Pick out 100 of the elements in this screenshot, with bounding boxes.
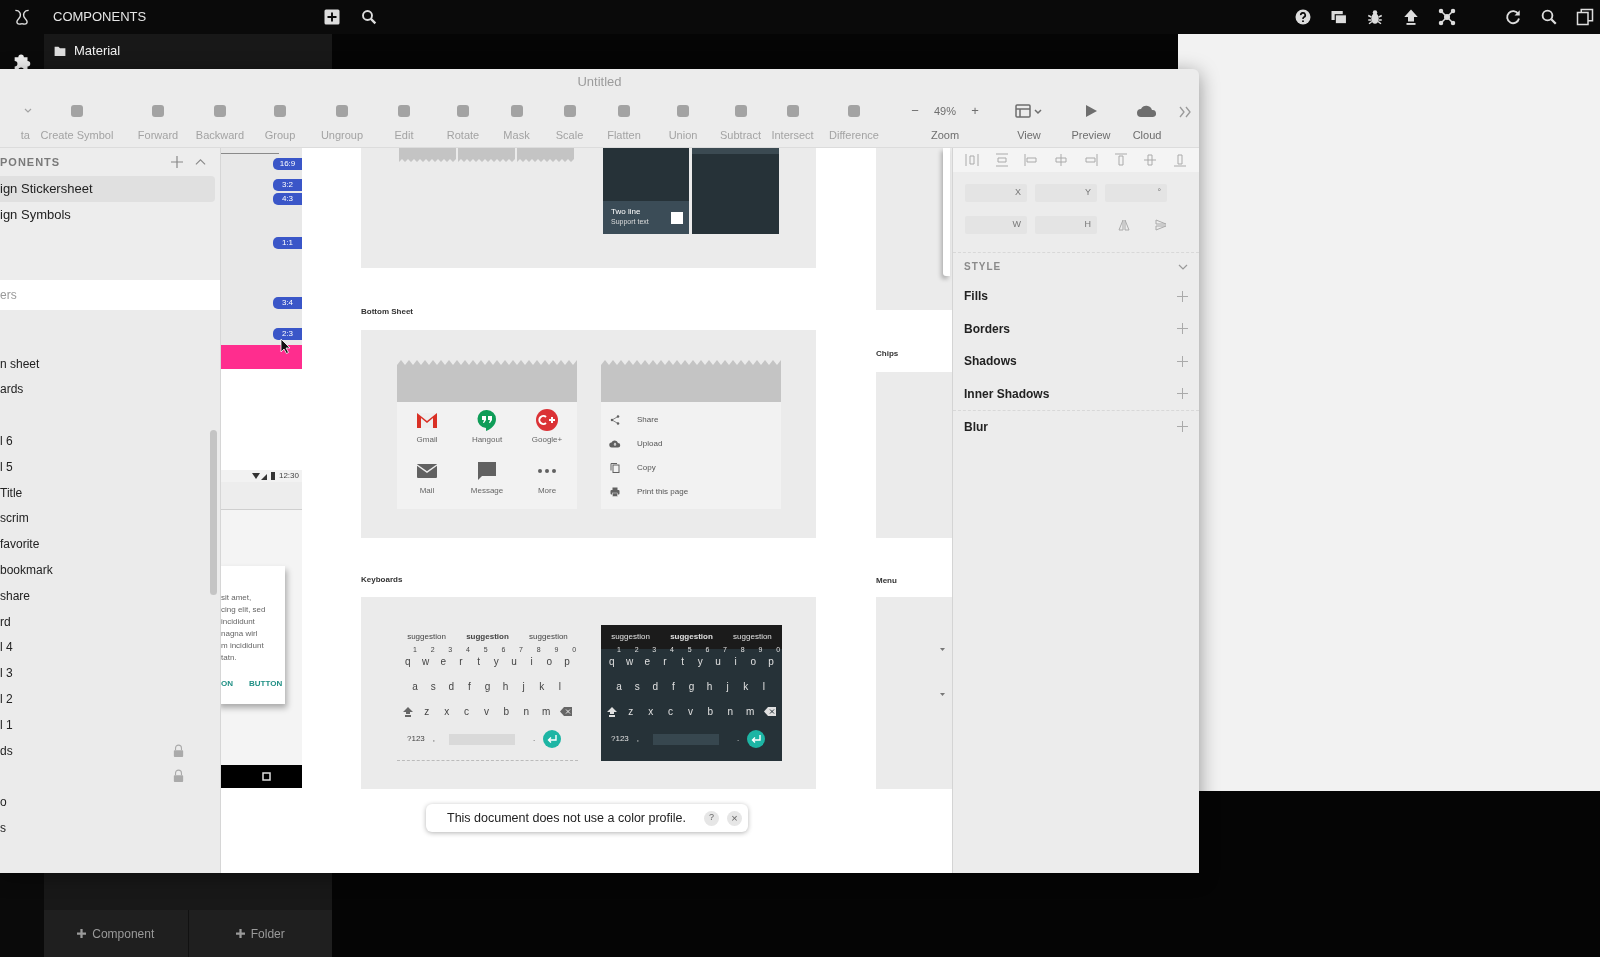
layer-item[interactable]: ards	[0, 380, 24, 399]
key[interactable]: p	[564, 654, 570, 669]
suggestion[interactable]: suggestion	[407, 631, 446, 643]
key[interactable]: n	[727, 704, 733, 719]
layer-item[interactable]: l 2	[0, 690, 13, 709]
new-folder-button[interactable]: Folder	[187, 910, 332, 957]
key[interactable]: j	[726, 679, 729, 694]
layer-item[interactable]: favorite	[0, 535, 40, 554]
tool-icon[interactable]	[561, 103, 578, 119]
tool-icon[interactable]	[846, 103, 862, 119]
key[interactable]: b	[707, 704, 714, 719]
key[interactable]: l	[558, 679, 562, 694]
backspace-icon[interactable]	[559, 707, 572, 716]
dialog-button[interactable]: ON	[221, 678, 233, 690]
scrollbar[interactable]	[210, 430, 217, 595]
key[interactable]: w	[625, 654, 634, 669]
search-icon[interactable]	[1540, 8, 1558, 26]
key[interactable]: f	[468, 679, 471, 694]
key[interactable]: m	[745, 704, 755, 719]
shift-icon[interactable]	[402, 706, 413, 717]
layer-item[interactable]: l 6	[0, 432, 13, 451]
search-icon[interactable]	[360, 8, 378, 26]
filter-field[interactable]: ers	[0, 280, 220, 310]
key[interactable]: m	[541, 704, 551, 719]
key[interactable]: c	[668, 704, 674, 719]
layer-item[interactable]: Title	[0, 483, 23, 502]
key[interactable]: w	[421, 654, 430, 669]
number-field[interactable]: H	[1035, 216, 1097, 234]
enter-icon[interactable]	[747, 730, 766, 748]
key[interactable]: d	[652, 679, 659, 694]
dropdown-arrow-icon[interactable]	[940, 693, 945, 696]
key[interactable]: e	[440, 654, 446, 669]
key[interactable]: z	[628, 704, 634, 719]
number-field[interactable]: Y	[1035, 184, 1097, 202]
tool-icon[interactable]	[150, 103, 166, 119]
dropdown-arrow-icon[interactable]	[940, 648, 945, 651]
layer-item[interactable]: n sheet	[0, 354, 40, 373]
key[interactable]: b	[503, 704, 510, 719]
component-item[interactable]: ign Stickersheet	[0, 176, 215, 202]
play-icon[interactable]	[1083, 103, 1099, 119]
key[interactable]: i	[530, 654, 533, 669]
key[interactable]: a	[412, 679, 418, 694]
suggestion[interactable]: suggestion	[611, 631, 650, 643]
layer-item[interactable]: l 1	[0, 715, 13, 734]
key[interactable]: h	[502, 679, 509, 694]
nodes-icon[interactable]	[1438, 8, 1456, 26]
chevron-down-icon[interactable]	[24, 107, 32, 115]
lock-icon[interactable]	[173, 769, 184, 784]
align-icon[interactable]	[1143, 153, 1158, 167]
align-icon[interactable]	[1172, 153, 1187, 167]
suggestion[interactable]: suggestion	[733, 631, 772, 643]
number-field[interactable]: W	[965, 216, 1027, 234]
key[interactable]: o	[546, 654, 553, 669]
tool-icon[interactable]	[675, 103, 691, 119]
key[interactable]: q	[609, 654, 615, 669]
close-button[interactable]: ×	[727, 810, 742, 826]
layer-item[interactable]: bookmark	[0, 561, 53, 580]
refresh-icon[interactable]	[1504, 8, 1522, 26]
dialog-button[interactable]: BUTTON	[249, 678, 283, 690]
help-icon[interactable]	[1294, 8, 1312, 26]
layer-item[interactable]: ds	[0, 741, 13, 760]
key[interactable]: d	[448, 679, 455, 694]
key[interactable]: c	[464, 704, 470, 719]
key[interactable]: j	[522, 679, 525, 694]
key[interactable]: k	[539, 679, 545, 694]
flip-vertical-icon[interactable]	[1155, 219, 1167, 231]
component-item[interactable]: ign Symbols	[0, 202, 215, 228]
key[interactable]: q	[405, 654, 411, 669]
suggestion[interactable]: suggestion	[670, 631, 713, 643]
key[interactable]: ?123	[611, 733, 629, 745]
distribute-icon[interactable]	[965, 153, 979, 167]
key[interactable]: f	[672, 679, 675, 694]
tool-icon[interactable]	[784, 103, 801, 119]
key[interactable]: y	[697, 654, 703, 669]
key[interactable]: s	[430, 679, 436, 694]
lock-icon[interactable]	[173, 743, 184, 758]
number-field[interactable]: X	[965, 184, 1027, 202]
key[interactable]: v	[687, 704, 693, 719]
upload-icon[interactable]	[1402, 8, 1420, 26]
layer-item[interactable]: l 4	[0, 638, 13, 657]
more-tools-icon[interactable]	[1178, 105, 1192, 119]
copy-icon[interactable]	[1576, 8, 1594, 26]
collapse-icon[interactable]	[195, 156, 206, 168]
tool-icon[interactable]	[616, 103, 632, 119]
key[interactable]: p	[768, 654, 774, 669]
layer-item[interactable]: share	[0, 586, 31, 605]
speech-bubble-icon[interactable]	[475, 408, 499, 432]
align-icon[interactable]	[1054, 153, 1069, 167]
key[interactable]: u	[715, 654, 721, 669]
key[interactable]: t	[681, 654, 684, 669]
menu-item[interactable]: Copy	[637, 462, 656, 474]
cloud-upload-icon[interactable]	[609, 438, 621, 450]
key[interactable]: x	[648, 704, 654, 719]
checkbox[interactable]	[671, 211, 683, 224]
layer-item[interactable]: l 3	[0, 664, 13, 683]
menu-item[interactable]: Print this page	[637, 486, 689, 498]
key[interactable]: n	[523, 704, 529, 719]
number-field[interactable]: °	[1105, 184, 1167, 202]
key[interactable]: t	[477, 654, 480, 669]
suggestion[interactable]: suggestion	[466, 631, 509, 643]
